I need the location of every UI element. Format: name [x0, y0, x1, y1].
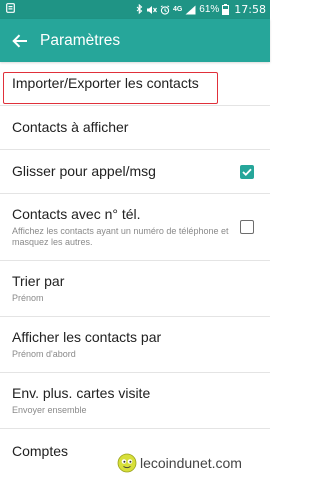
setting-title: Afficher les contacts par — [12, 329, 162, 345]
page-title: Paramètres — [40, 31, 121, 49]
setting-title: Contacts avec n° tél. — [12, 206, 141, 222]
setting-contacts-to-display[interactable]: Contacts à afficher — [0, 106, 270, 150]
app-bar: Paramètres — [0, 19, 270, 62]
swipe-call-checkbox[interactable] — [240, 164, 254, 179]
setting-title: Glisser pour appel/msg — [12, 163, 156, 179]
clock: 17:58 — [234, 3, 266, 16]
status-bar: 4G 61% 17:58 — [0, 0, 270, 19]
watermark: lecoindunet.com — [117, 453, 242, 473]
notification-icon — [6, 3, 15, 16]
setting-title: Trier par — [12, 273, 65, 289]
battery-icon — [222, 4, 230, 15]
alarm-icon — [160, 4, 170, 15]
setting-value: Prénom d'abord — [12, 349, 76, 359]
settings-list: Importer/Exporter les contacts Contacts … — [0, 62, 270, 473]
highlight-box — [3, 72, 218, 104]
battery-percent: 61% — [199, 4, 220, 15]
setting-send-multiple-cards[interactable]: Env. plus. cartes visite Envoyer ensembl… — [0, 373, 270, 429]
setting-title: Env. plus. cartes visite — [12, 385, 151, 401]
setting-title: Contacts à afficher — [12, 119, 129, 135]
contacts-with-phone-checkbox[interactable] — [240, 220, 254, 234]
site-logo-icon — [117, 453, 137, 473]
check-icon — [242, 168, 252, 176]
back-button[interactable] — [0, 19, 40, 62]
arrow-back-icon — [12, 33, 27, 48]
watermark-text: lecoindunet.com — [140, 455, 242, 471]
setting-value: Prénom — [12, 293, 44, 303]
setting-contacts-with-phone[interactable]: Contacts avec n° tél. Affichez les conta… — [0, 194, 270, 261]
setting-value: Envoyer ensemble — [12, 405, 87, 415]
setting-display-contacts-by[interactable]: Afficher les contacts par Prénom d'abord — [0, 317, 270, 373]
setting-swipe-call-msg[interactable]: Glisser pour appel/msg — [0, 150, 270, 194]
signal-icon — [185, 5, 196, 15]
bluetooth-icon — [136, 4, 143, 15]
setting-sort-by[interactable]: Trier par Prénom — [0, 261, 270, 317]
network-type: 4G — [172, 6, 183, 13]
mute-icon — [146, 5, 157, 15]
setting-description: Affichez les contacts ayant un numéro de… — [12, 226, 229, 247]
